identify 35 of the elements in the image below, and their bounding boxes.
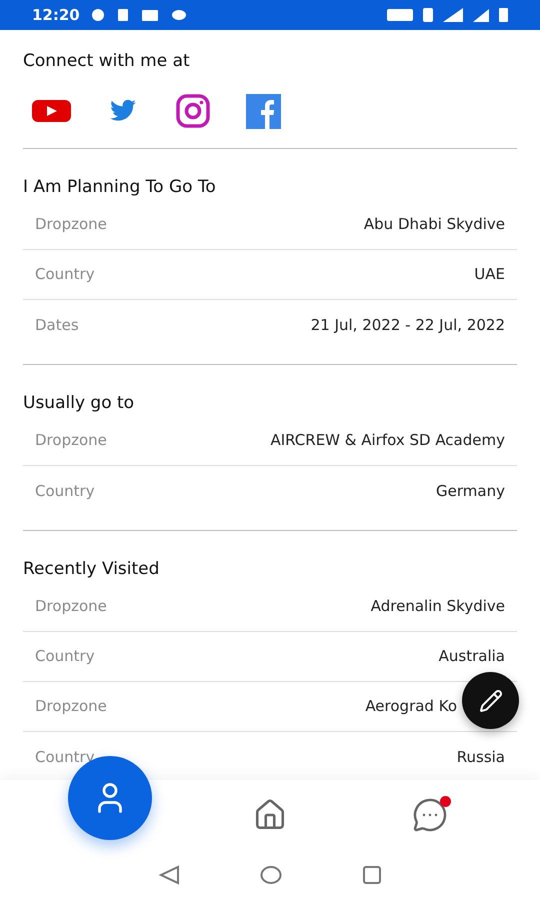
signal-icon xyxy=(473,8,489,22)
field-label: Dropzone xyxy=(35,214,107,236)
field-label: Country xyxy=(35,264,95,286)
home-circle-icon[interactable] xyxy=(260,865,282,885)
field-value: UAE xyxy=(474,264,505,286)
house-icon xyxy=(253,798,287,832)
field-value: Abu Dhabi Skydive xyxy=(364,214,505,236)
video-play-icon[interactable] xyxy=(32,100,71,122)
section-title: Usually go to xyxy=(23,392,136,415)
field-value: Adrenalin Skydive xyxy=(370,596,505,618)
section-title: Recently Visited xyxy=(23,558,160,581)
field-label: Country xyxy=(35,746,95,768)
field-value: Russia xyxy=(456,746,505,768)
field-value: AIRCREW & Airfox SD Academy xyxy=(270,430,505,452)
section-title: I Am Planning To Go To xyxy=(23,176,217,199)
recents-icon[interactable] xyxy=(362,865,382,885)
field-label: Dropzone xyxy=(35,430,107,452)
field-label: Dropzone xyxy=(35,696,107,718)
letter-f-icon[interactable] xyxy=(246,94,281,128)
field-value: 21 Jul, 2022 - 22 Jul, 2022 xyxy=(310,314,505,336)
field-label: Dropzone xyxy=(35,596,107,618)
camera-icon[interactable] xyxy=(175,93,211,129)
chat-bubble-icon xyxy=(412,797,448,833)
field-label: Country xyxy=(35,480,95,502)
field-label: Country xyxy=(35,646,95,668)
edit-button[interactable] xyxy=(462,672,519,729)
clock: 12:20 xyxy=(32,4,80,26)
field-label: Dates xyxy=(35,314,79,336)
field-value: Australia xyxy=(438,646,505,668)
field-value: Germany xyxy=(436,480,505,502)
signal-icon xyxy=(443,8,463,22)
back-icon[interactable] xyxy=(158,865,180,885)
field-value: Aerograd Ko xyxy=(365,696,457,718)
section-title: Connect with me at xyxy=(22,50,191,73)
pencil-icon xyxy=(478,688,502,712)
